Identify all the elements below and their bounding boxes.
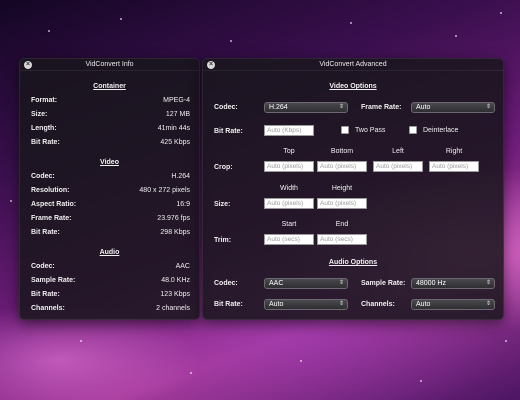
trim-start-field[interactable] <box>264 234 314 245</box>
info-value: H.264 <box>171 173 190 180</box>
info-label: Size: <box>31 111 48 118</box>
info-label: Sample Rate: <box>31 277 76 284</box>
frame-rate-label: Frame Rate: <box>361 104 402 111</box>
frame-rate-value: Auto <box>416 104 431 111</box>
video-bit-rate-field[interactable] <box>264 125 314 136</box>
info-value: 23.976 fps <box>157 215 190 222</box>
audio-codec-popup[interactable]: AAC ⇕ <box>264 278 348 289</box>
deinterlace-label: Deinterlace <box>423 127 459 134</box>
info-row: Frame Rate: 23.976 fps <box>31 215 190 225</box>
video-options-heading: Video Options <box>329 83 377 90</box>
video-codec-label: Codec: <box>214 104 238 111</box>
info-label: Aspect Ratio: <box>31 201 77 208</box>
crop-right-field[interactable] <box>429 161 479 172</box>
info-label: Frame Rate: <box>31 215 72 222</box>
info-value: 127 MB <box>165 111 190 118</box>
sample-rate-value: 48000 Hz <box>416 280 446 287</box>
updown-arrows-icon: ⇕ <box>338 280 344 286</box>
info-value: 2 channels <box>156 305 190 312</box>
audio-bit-rate-value: Auto <box>269 301 284 308</box>
info-row: Channels: 2 channels <box>31 305 190 315</box>
audio-codec-value: AAC <box>269 280 284 287</box>
frame-rate-popup[interactable]: Auto ⇕ <box>411 102 495 113</box>
info-row: Bit Rate: 298 Kbps <box>31 229 190 239</box>
info-label: Codec: <box>31 263 55 270</box>
updown-arrows-icon: ⇕ <box>338 104 344 110</box>
info-row: Bit Rate: 123 Kbps <box>31 291 190 301</box>
sample-rate-label: Sample Rate: <box>361 280 406 287</box>
info-row: Resolution: 480 x 272 pixels <box>31 187 190 197</box>
info-label: Bit Rate: <box>31 291 60 298</box>
audio-bit-rate-label: Bit Rate: <box>214 301 243 308</box>
channels-label: Channels: <box>361 301 395 308</box>
updown-arrows-icon: ⇕ <box>485 280 491 286</box>
info-label: Bit Rate: <box>31 139 60 146</box>
size-height-field[interactable] <box>317 198 367 209</box>
info-row: Bit Rate: 425 Kbps <box>31 139 190 149</box>
audio-heading: Audio <box>99 249 120 256</box>
info-row: Format: MPEG-4 <box>31 97 190 107</box>
info-value: 16:9 <box>176 201 190 208</box>
info-row: Length: 41min 44s <box>31 125 190 135</box>
crop-top-field[interactable] <box>264 161 314 172</box>
trim-label: Trim: <box>214 237 232 244</box>
video-heading: Video <box>100 159 119 166</box>
audio-options-heading: Audio Options <box>328 259 378 266</box>
size-height-header: Height <box>331 185 353 192</box>
info-value: 123 Kbps <box>160 291 190 298</box>
info-label: Length: <box>31 125 57 132</box>
advanced-window: VidConvert Advanced × Video Options Code… <box>202 58 504 320</box>
audio-codec-label: Codec: <box>214 280 238 287</box>
updown-arrows-icon: ⇕ <box>338 301 344 307</box>
info-row: Codec: H.264 <box>31 173 190 183</box>
trim-end-header: End <box>335 221 349 228</box>
channels-value: Auto <box>416 301 431 308</box>
crop-bottom-field[interactable] <box>317 161 367 172</box>
info-value: 425 Kbps <box>160 139 190 146</box>
info-row: Codec: AAC <box>31 263 190 273</box>
crop-bottom-header: Bottom <box>330 148 354 155</box>
deinterlace-checkbox[interactable] <box>409 126 417 134</box>
audio-bit-rate-popup[interactable]: Auto ⇕ <box>264 299 348 310</box>
crop-label: Crop: <box>214 164 233 171</box>
trim-end-field[interactable] <box>317 234 367 245</box>
video-codec-popup[interactable]: H.264 ⇕ <box>264 102 348 113</box>
size-width-field[interactable] <box>264 198 314 209</box>
close-icon[interactable]: × <box>24 61 32 69</box>
info-label: Codec: <box>31 173 55 180</box>
info-window: VidConvert Info × Container Format: MPEG… <box>19 58 200 320</box>
channels-popup[interactable]: Auto ⇕ <box>411 299 495 310</box>
video-bit-rate-label: Bit Rate: <box>214 128 243 135</box>
info-value: AAC <box>175 263 190 270</box>
container-heading: Container <box>93 83 126 90</box>
updown-arrows-icon: ⇕ <box>485 104 491 110</box>
info-label: Channels: <box>31 305 65 312</box>
info-value: 48.0 KHz <box>161 277 190 284</box>
info-label: Bit Rate: <box>31 229 60 236</box>
two-pass-label: Two Pass <box>355 127 386 134</box>
info-row: Aspect Ratio: 16:9 <box>31 201 190 211</box>
size-label: Size: <box>214 201 231 208</box>
info-label: Format: <box>31 97 58 104</box>
info-value: 480 x 272 pixels <box>139 187 190 194</box>
trim-start-header: Start <box>281 221 297 228</box>
updown-arrows-icon: ⇕ <box>485 301 491 307</box>
info-value: 41min 44s <box>157 125 190 132</box>
info-value: 298 Kbps <box>160 229 190 236</box>
info-value: MPEG-4 <box>163 97 190 104</box>
close-icon[interactable]: × <box>207 61 215 69</box>
info-row: Size: 127 MB <box>31 111 190 121</box>
video-codec-value: H.264 <box>269 104 288 111</box>
crop-left-header: Left <box>392 148 404 155</box>
two-pass-checkbox[interactable] <box>341 126 349 134</box>
info-label: Resolution: <box>31 187 70 194</box>
info-row: Sample Rate: 48.0 KHz <box>31 277 190 287</box>
sample-rate-popup[interactable]: 48000 Hz ⇕ <box>411 278 495 289</box>
crop-left-field[interactable] <box>373 161 423 172</box>
size-width-header: Width <box>280 185 298 192</box>
info-window-title: VidConvert Info <box>20 59 199 71</box>
crop-top-header: Top <box>283 148 295 155</box>
crop-right-header: Right <box>445 148 463 155</box>
advanced-window-title: VidConvert Advanced <box>203 59 503 71</box>
